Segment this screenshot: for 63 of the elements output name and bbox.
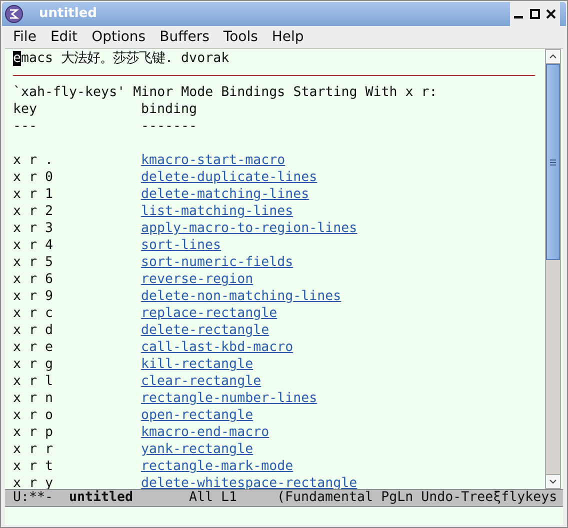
key-text: x r l <box>13 373 54 390</box>
window-title: untitled <box>39 5 97 24</box>
scroll-up-button[interactable] <box>546 50 560 64</box>
key-text: x r c <box>13 305 54 322</box>
scrollbar[interactable] <box>545 49 561 489</box>
binding-link[interactable]: rectangle-number-lines <box>141 390 318 407</box>
menu-item[interactable]: Help <box>272 26 304 48</box>
binding-link[interactable]: yank-rectangle <box>141 441 254 458</box>
maximize-icon[interactable] <box>530 9 540 19</box>
key-text: x r . <box>13 152 54 169</box>
buffer-status: U:**- <box>13 489 54 508</box>
binding-link[interactable]: delete-non-matching-lines <box>141 288 342 305</box>
column-rule: --- <box>13 118 38 135</box>
key-text: x r o <box>13 407 54 424</box>
binding-link[interactable]: apply-macro-to-region-lines <box>141 220 358 237</box>
heading-text: `xah-fly-keys' Minor Mode Bindings Starting With x r: <box>13 84 438 101</box>
key-text: x r p <box>13 424 54 441</box>
key-text: x r 0 <box>13 169 54 186</box>
binding-link[interactable]: kmacro-end-macro <box>141 424 270 441</box>
menu-item[interactable]: Tools <box>223 26 258 48</box>
binding-link[interactable]: kill-rectangle <box>141 356 254 373</box>
key-text: x r 9 <box>13 288 54 305</box>
key-text: x r g <box>13 356 54 373</box>
binding-link[interactable]: kmacro-start-macro <box>141 152 286 169</box>
key-text: x r d <box>13 322 54 339</box>
key-text: x r 1 <box>13 186 54 203</box>
menu-item[interactable]: File <box>13 26 36 48</box>
column-header: key <box>13 101 38 118</box>
app-logo-icon <box>5 5 23 23</box>
key-text: x r 6 <box>13 271 54 288</box>
text-line: emacs 大法好。莎莎飞键. dvorak <box>13 50 230 67</box>
key-text: x r 4 <box>13 237 54 254</box>
key-text: x r n <box>13 390 54 407</box>
binding-link[interactable]: sort-lines <box>141 237 222 254</box>
grip-icon <box>550 158 556 166</box>
menu-item[interactable]: Buffers <box>160 26 210 48</box>
binding-link[interactable]: open-rectangle <box>141 407 254 424</box>
binding-link[interactable]: delete-rectangle <box>141 322 270 339</box>
position-text: All <box>189 489 214 508</box>
binding-link[interactable]: replace-rectangle <box>141 305 278 322</box>
close-icon[interactable] <box>546 9 556 19</box>
key-text: x r r <box>13 441 54 458</box>
binding-link[interactable]: call-last-kbd-macro <box>141 339 294 356</box>
column-rule: ------- <box>141 118 198 135</box>
scroll-down-button[interactable] <box>546 474 560 488</box>
key-text: x r 2 <box>13 203 54 220</box>
binding-link[interactable]: clear-rectangle <box>141 373 262 390</box>
binding-link[interactable]: list-matching-lines <box>141 203 294 220</box>
key-text: x r 3 <box>13 220 54 237</box>
binding-link[interactable]: rectangle-mark-mode <box>141 458 294 475</box>
column-header: binding <box>141 101 198 118</box>
binding-link[interactable]: delete-duplicate-lines <box>141 169 318 186</box>
binding-link[interactable]: sort-numeric-fields <box>141 254 294 271</box>
buffer-name: untitled <box>69 489 134 508</box>
key-text: x r 5 <box>13 254 54 271</box>
menu-item[interactable]: Options <box>92 26 146 48</box>
menu-item[interactable]: Edit <box>50 26 78 48</box>
key-text: x r e <box>13 339 54 356</box>
key-text: x r t <box>13 458 54 475</box>
binding-link[interactable]: reverse-region <box>141 271 254 288</box>
scroll-thumb[interactable] <box>546 64 560 260</box>
binding-link[interactable]: delete-matching-lines <box>141 186 310 203</box>
line-number: L1 <box>221 489 238 508</box>
